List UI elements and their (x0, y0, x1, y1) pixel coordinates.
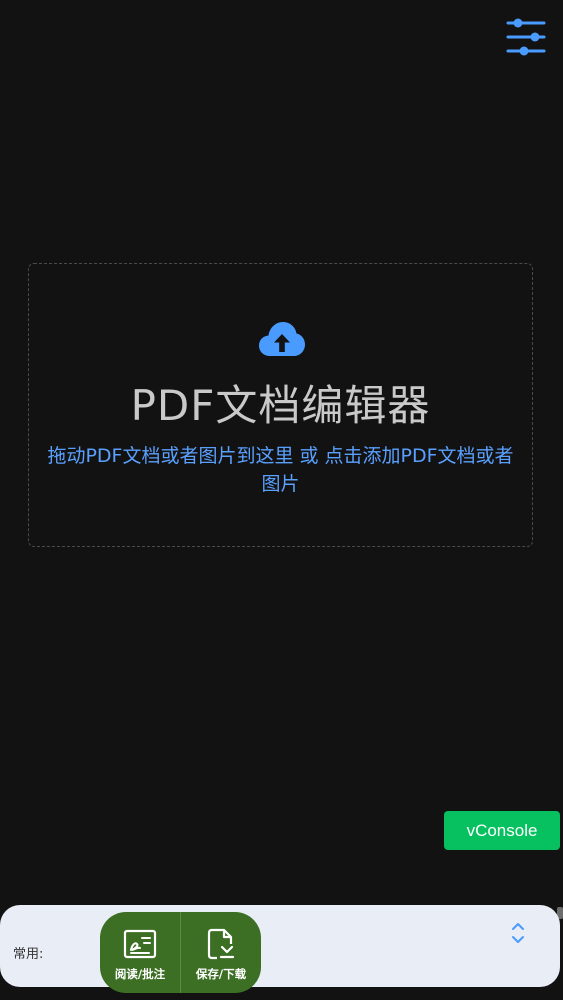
chevron-up-down-icon (512, 923, 524, 943)
save-download-label: 保存/下载 (195, 967, 247, 981)
read-annotate-label: 阅读/批注 (114, 967, 166, 981)
bottom-toolbar: 常用: 阅读/批注 保存/下载 (0, 905, 560, 993)
app-page: PDF文档编辑器 拖动PDF文档或者图片到这里 或 点击添加PDF文档或者图片 … (0, 0, 563, 1000)
common-tools-group: 阅读/批注 保存/下载 (100, 912, 261, 993)
cloud-upload-icon (259, 322, 305, 356)
save-download-button[interactable]: 保存/下载 (181, 912, 261, 993)
app-title: PDF文档编辑器 (130, 381, 431, 430)
read-annotate-button[interactable]: 阅读/批注 (100, 912, 180, 993)
sign-annotate-icon (123, 929, 157, 959)
vconsole-button[interactable]: vConsole (444, 811, 560, 850)
file-download-icon (207, 928, 235, 960)
settings-button[interactable] (505, 16, 547, 58)
file-drop-zone[interactable]: PDF文档编辑器 拖动PDF文档或者图片到这里 或 点击添加PDF文档或者图片 (28, 263, 533, 547)
toolbar-label: 常用: (13, 947, 44, 962)
drop-hint-text: 拖动PDF文档或者图片到这里 或 点击添加PDF文档或者图片 (47, 445, 514, 495)
sliders-icon (506, 18, 546, 56)
toolbar-expand-button[interactable] (508, 919, 528, 947)
